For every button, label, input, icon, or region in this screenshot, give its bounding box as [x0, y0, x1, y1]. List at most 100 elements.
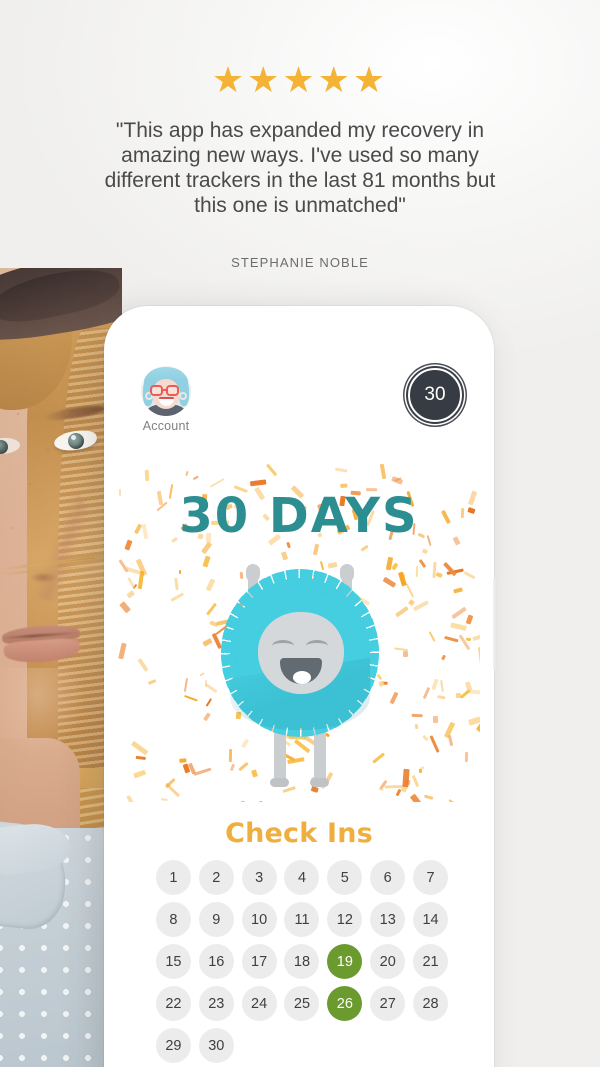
confetti-piece [443, 721, 455, 739]
checkin-day[interactable]: 6 [370, 860, 406, 895]
avatar-glasses-left [150, 385, 163, 396]
confetti-piece [379, 463, 387, 480]
checkin-day[interactable]: 15 [155, 944, 191, 979]
checkin-day[interactable]: 2 [198, 860, 234, 895]
confetti-piece [465, 614, 474, 625]
checkin-day[interactable]: 18 [284, 944, 320, 979]
mascot-foot-left [270, 778, 289, 787]
checkin-day[interactable]: 21 [413, 944, 449, 979]
checkin-day[interactable]: 14 [413, 902, 449, 937]
confetti-piece [137, 658, 149, 672]
checkin-day[interactable]: 11 [284, 902, 320, 937]
checkin-day[interactable]: 7 [413, 860, 449, 895]
checkin-day[interactable]: 27 [370, 986, 406, 1021]
confetti-piece [126, 589, 136, 599]
phone-side-button[interactable] [493, 578, 497, 670]
checkin-day[interactable]: 20 [370, 944, 406, 979]
confetti-piece [424, 794, 434, 800]
mascot-hand-left [246, 564, 260, 582]
phone-screen: Account 30 30 DAYS Check Ins 1 2 3 4 5 6… [118, 320, 480, 1067]
confetti-piece [411, 774, 420, 787]
confetti-piece [378, 787, 384, 791]
checkin-day[interactable]: 8 [155, 902, 191, 937]
confetti-piece [126, 795, 138, 802]
checkin-day[interactable]: 3 [241, 860, 277, 895]
checkin-day[interactable]: 25 [284, 986, 320, 1021]
checkin-day[interactable]: 22 [155, 986, 191, 1021]
confetti-piece [118, 642, 127, 660]
account-button[interactable]: Account [134, 366, 198, 433]
confetti-piece [382, 577, 396, 588]
streak-badge[interactable]: 30 [408, 368, 462, 422]
confetti-piece [448, 798, 460, 802]
checkin-day[interactable]: 28 [413, 986, 449, 1021]
confetti-piece [384, 784, 403, 789]
testimonial-author: STEPHANIE NOBLE [231, 255, 369, 270]
checkin-day[interactable]: 29 [155, 1028, 191, 1063]
milestone-headline: 30 DAYS [179, 488, 419, 544]
checkins-heading: Check Ins [225, 818, 373, 849]
confetti-piece [422, 734, 429, 742]
confetti-piece [463, 571, 476, 580]
confetti-piece [465, 752, 469, 763]
avatar-glasses-bridge [163, 389, 168, 392]
celebration-banner: 30 DAYS [118, 462, 480, 802]
testimonial-quote: "This app has expanded my recovery in am… [104, 119, 496, 217]
confetti-piece [451, 606, 467, 620]
confetti-piece [280, 551, 288, 561]
streak-badge-value: 30 [424, 384, 446, 405]
checkin-day[interactable]: 12 [327, 902, 363, 937]
confetti-piece [202, 638, 213, 647]
confetti-piece [240, 800, 246, 802]
account-label: Account [142, 419, 190, 433]
confetti-piece [266, 463, 278, 476]
confetti-piece [184, 677, 189, 692]
confetti-piece [205, 697, 213, 707]
confetti-piece [144, 470, 150, 482]
checkin-day[interactable]: 16 [198, 944, 234, 979]
mascot-character [222, 564, 378, 790]
avatar-earring-right [179, 392, 187, 400]
confetti-piece [205, 578, 216, 592]
checkin-day[interactable]: 24 [241, 986, 277, 1021]
checkin-day[interactable]: 1 [155, 860, 191, 895]
confetti-piece [185, 470, 189, 476]
confetti-piece [449, 622, 467, 631]
confetti-piece [435, 572, 443, 579]
checkin-day[interactable]: 23 [198, 986, 234, 1021]
confetti-piece [395, 606, 410, 618]
confetti-piece [164, 782, 180, 797]
confetti-piece [335, 468, 349, 473]
checkin-day[interactable]: 10 [241, 902, 277, 937]
checkin-day[interactable]: 4 [284, 860, 320, 895]
confetti-piece [414, 723, 419, 729]
confetti-piece [203, 712, 212, 722]
confetti-piece [405, 582, 415, 598]
checkin-calendar-grid: 1 2 3 4 5 6 7 8 9 10 11 12 13 14 15 16 17 18 19 20 21 22 23 24 2… [152, 860, 452, 1063]
confetti-piece [398, 571, 408, 587]
star-rating: ★★★★★ [211, 59, 389, 100]
confetti-piece [391, 562, 398, 570]
confetti-piece [432, 715, 438, 723]
confetti-piece [340, 483, 348, 487]
confetti-piece [183, 694, 199, 702]
confetti-piece [402, 651, 408, 658]
confetti-piece [419, 559, 427, 569]
confetti-piece [389, 691, 399, 705]
checkin-day-completed[interactable]: 26 [327, 986, 363, 1021]
confetti-piece [477, 647, 480, 666]
checkin-day-completed[interactable]: 19 [327, 944, 363, 979]
mascot-eye-left [272, 640, 294, 652]
checkin-day[interactable]: 5 [327, 860, 363, 895]
app-header: Account 30 [118, 364, 480, 440]
confetti-piece [170, 592, 184, 602]
confetti-piece [431, 561, 436, 578]
confetti-piece [250, 479, 267, 487]
confetti-piece [201, 555, 211, 569]
checkin-day[interactable]: 9 [198, 902, 234, 937]
checkin-day[interactable]: 17 [241, 944, 277, 979]
checkin-day[interactable]: 30 [198, 1028, 234, 1063]
confetti-piece [465, 637, 471, 641]
confetti-piece [428, 630, 436, 642]
checkin-day[interactable]: 13 [370, 902, 406, 937]
